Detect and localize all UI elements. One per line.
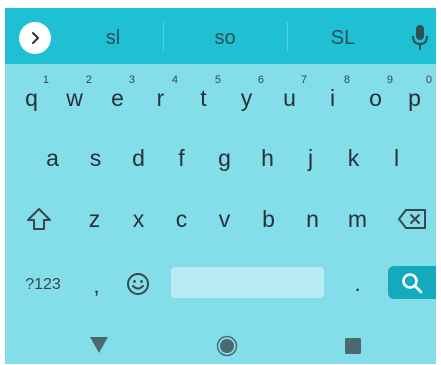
circle-home-icon[interactable] [216,335,238,357]
key-f[interactable]: f [160,133,203,183]
key-j[interactable]: j [289,133,332,183]
key-y[interactable]: y 6 [225,73,268,123]
key-x[interactable]: x [117,194,160,244]
key-m[interactable]: m [336,194,379,244]
space-bar[interactable] [171,267,324,298]
key-n[interactable]: n [291,194,334,244]
square-recents-icon[interactable] [344,337,362,355]
key-e[interactable]: e 3 [96,73,139,123]
key-r[interactable]: r 4 [139,73,182,123]
key-d[interactable]: d [117,133,160,183]
chevron-right-icon [32,32,39,44]
key-k[interactable]: k [332,133,375,183]
comma-key[interactable]: , [75,262,118,302]
emoji-key[interactable] [123,270,153,298]
search-icon [402,272,423,293]
key-c[interactable]: c [160,194,203,244]
key-o[interactable]: o 9 [354,73,397,123]
key-i[interactable]: i 8 [311,73,354,123]
shift-arrow-icon [27,208,51,230]
microphone-icon[interactable] [410,24,430,52]
key-t[interactable]: t 5 [182,73,225,123]
smiley-icon [127,273,149,295]
expand-suggestions-button[interactable] [19,22,51,54]
key-b[interactable]: b [247,194,290,244]
key-p[interactable]: p 0 [393,73,436,123]
shift-key[interactable] [19,201,59,237]
symbols-key[interactable]: ?123 [13,270,73,300]
system-nav-bar [5,326,436,364]
key-a[interactable]: a [31,133,74,183]
key-w[interactable]: w 2 [53,73,96,123]
search-action-key[interactable] [388,266,436,299]
suggestion-3[interactable]: SL [287,22,399,54]
soft-keyboard: sl so SL q 1 w 2 e 3 r 4 t 5 y 6 u 7 i 8… [5,8,436,364]
key-q[interactable]: q 1 [10,73,53,123]
suggestion-2[interactable]: so [163,22,287,54]
backspace-icon [398,209,426,229]
key-z[interactable]: z [73,194,116,244]
suggestion-1[interactable]: sl [63,22,163,54]
suggestion-strip: sl so SL [5,8,436,64]
key-h[interactable]: h [246,133,289,183]
key-l[interactable]: l [375,133,418,183]
triangle-back-icon[interactable] [89,336,109,354]
key-u[interactable]: u 7 [268,73,311,123]
key-s[interactable]: s [74,133,117,183]
delete-key[interactable] [392,201,432,237]
key-v[interactable]: v [203,194,246,244]
period-key[interactable]: . [336,262,379,302]
key-g[interactable]: g [203,133,246,183]
